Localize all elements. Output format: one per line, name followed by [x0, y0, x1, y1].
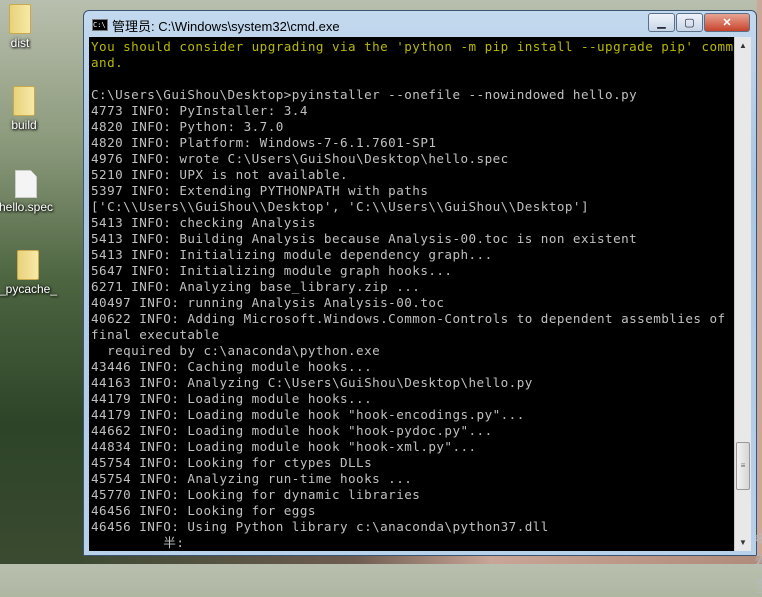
console-line: 46456 INFO: Using Python library c:\anac… [91, 519, 549, 534]
vertical-scrollbar[interactable]: ▲ ≡ ▼ [734, 37, 751, 551]
scroll-down-button[interactable]: ▼ [735, 534, 751, 551]
desktop-icon-dist[interactable]: dist [0, 4, 60, 50]
console-line: 46456 INFO: Looking for eggs [91, 503, 316, 518]
console-line: 44834 INFO: Loading module hook "hook-xm… [91, 439, 477, 454]
console-line: 45770 INFO: Looking for dynamic librarie… [91, 487, 421, 502]
console-line: 40497 INFO: running Analysis Analysis-00… [91, 295, 445, 310]
console-line: 半: [91, 535, 185, 550]
console-line: and. [91, 55, 124, 70]
console-line: 5647 INFO: Initializing module graph hoo… [91, 263, 453, 278]
folder-icon [13, 86, 35, 116]
scroll-thumb[interactable]: ≡ [736, 442, 750, 490]
console-line: 5413 INFO: checking Analysis [91, 215, 316, 230]
file-icon [15, 170, 37, 198]
console-line: 44179 INFO: Loading module hook "hook-en… [91, 407, 525, 422]
console-line: 5413 INFO: Initializing module dependenc… [91, 247, 493, 262]
console-line: 44179 INFO: Loading module hooks... [91, 391, 373, 406]
minimize-button[interactable]: ▁ [648, 13, 675, 32]
folder-icon [17, 250, 39, 280]
console-line: 43446 INFO: Caching module hooks... [91, 359, 373, 374]
console-line: 6271 INFO: Analyzing base_library.zip ..… [91, 279, 421, 294]
title-bar[interactable]: C:\ 管理员: C:\Windows\system32\cmd.exe [92, 15, 340, 35]
cmd-icon: C:\ [92, 19, 108, 31]
folder-icon [9, 4, 31, 34]
desktop-icon-build[interactable]: build [0, 86, 64, 132]
window-title: 管理员: C:\Windows\system32\cmd.exe [112, 18, 340, 34]
cmd-window: C:\ 管理员: C:\Windows\system32\cmd.exe ▁ ▢… [83, 10, 762, 596]
maximize-button[interactable]: ▢ [676, 13, 703, 32]
console-line: You should consider upgrading via the 'p… [91, 39, 734, 54]
console-line: C:\Users\GuiShou\Desktop>pyinstaller --o… [91, 87, 638, 102]
console-line: 40622 INFO: Adding Microsoft.Windows.Com… [91, 311, 726, 326]
icon-label: build [11, 118, 37, 132]
console-line: 4976 INFO: wrote C:\Users\GuiShou\Deskto… [91, 151, 509, 166]
console-line: 45754 INFO: Analyzing run-time hooks ... [91, 471, 413, 486]
scroll-up-button[interactable]: ▲ [735, 37, 751, 54]
console-line: 5210 INFO: UPX is not available. [91, 167, 349, 182]
close-button[interactable]: ✕ [704, 13, 750, 32]
console-line: 4820 INFO: Python: 3.7.0 [91, 119, 284, 134]
console-line: required by c:\anaconda\python.exe [91, 343, 381, 358]
console-output[interactable]: You should consider upgrading via the 'p… [89, 37, 734, 551]
desktop-icon-hello-spec[interactable]: hello.spec [0, 170, 66, 214]
console-line: ['C:\\Users\\GuiShou\\Desktop', 'C:\\Use… [91, 199, 589, 214]
console-line: 4773 INFO: PyInstaller: 3.4 [91, 103, 308, 118]
console-line: 45754 INFO: Looking for ctypes DLLs [91, 455, 373, 470]
console-line: 5397 INFO: Extending PYTHONPATH with pat… [91, 183, 429, 198]
console-line: final executable [91, 327, 220, 342]
watermark: ❄看雪 [754, 531, 762, 596]
icon-label: _pycache_ [0, 282, 58, 296]
console-line: 44163 INFO: Analyzing C:\Users\GuiShou\D… [91, 375, 533, 390]
console-line: 5413 INFO: Building Analysis because Ana… [91, 231, 638, 246]
desktop-background [757, 0, 762, 564]
desktop-background [83, 556, 762, 564]
icon-label: hello.spec [0, 200, 54, 214]
console-line: 44662 INFO: Loading module hook "hook-py… [91, 423, 493, 438]
desktop-icon-pycache[interactable]: _pycache_ [0, 250, 68, 296]
icon-label: dist [10, 36, 30, 50]
console-line: 4820 INFO: Platform: Windows-7-6.1.7601-… [91, 135, 437, 150]
